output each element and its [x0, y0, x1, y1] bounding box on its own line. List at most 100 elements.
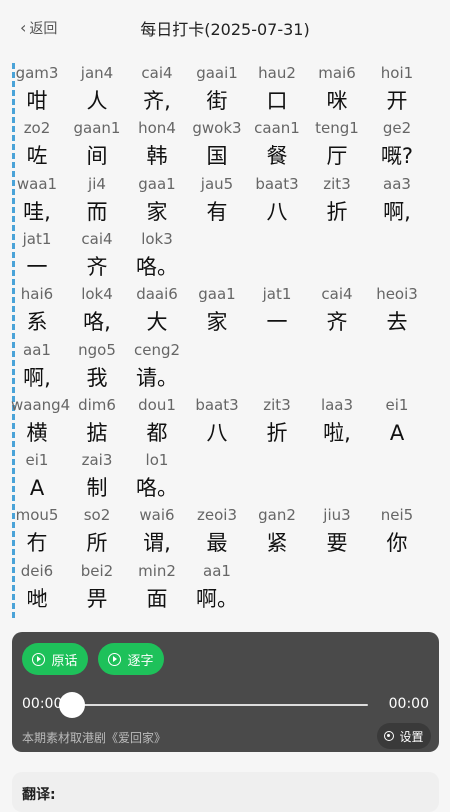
word-cell[interactable]: heoi3 去	[371, 284, 423, 337]
word-cell[interactable]: gaai1 街	[191, 63, 243, 116]
word-cell[interactable]: gam3 咁	[11, 63, 63, 116]
word-cell[interactable]: teng1 厅	[311, 118, 363, 171]
jyutping: hau2	[258, 64, 296, 82]
word-cell[interactable]: hau2 口	[251, 63, 303, 116]
word-cell[interactable]: dim6 掂	[71, 395, 123, 448]
lyric-line: gam3 咁 jan4 人 cai4 齐, gaai1 街 hau2 口 mai6 咪 hoi1 开	[15, 63, 438, 118]
word-cell[interactable]: lok3 咯。	[131, 229, 183, 282]
word-cell[interactable]: cai4 齐	[311, 284, 363, 337]
word-cell[interactable]: gaa1 家	[131, 174, 183, 227]
word-cell[interactable]: aa1 啊。	[191, 561, 243, 614]
character: 最	[206, 531, 228, 556]
play-circle-icon	[108, 652, 122, 666]
jyutping: aa1	[23, 340, 51, 359]
word-cell[interactable]: dou1 都	[131, 395, 183, 448]
character: 而	[86, 199, 108, 224]
word-cell[interactable]: zit3 折	[311, 174, 363, 227]
settings-label: 设置	[399, 729, 424, 744]
character: 咁	[26, 89, 48, 113]
character: A	[389, 420, 405, 445]
word-cell[interactable]: ei1 A	[11, 450, 63, 503]
character: 八	[266, 199, 288, 224]
character: 谓,	[143, 531, 171, 556]
jyutping: mai6	[318, 64, 356, 82]
jyutping: laa3	[320, 395, 354, 414]
word-cell[interactable]: gan2 紧	[251, 505, 303, 558]
word-cell[interactable]: wai6 谓,	[131, 505, 183, 558]
word-cell[interactable]: baat3 八	[191, 395, 243, 448]
word-cell[interactable]: hoi1 开	[371, 63, 423, 116]
word-cell[interactable]: gaa1 家	[191, 284, 243, 337]
jyutping: jat1	[22, 229, 52, 248]
jyutping: waa1	[16, 174, 58, 193]
jyutping: zit3	[263, 395, 291, 414]
character: 掂	[86, 420, 108, 445]
jyutping: gam3	[15, 64, 59, 82]
lyric-line: zo2 咗 gaan1 间 hon4 韩 gwok3 国 caan1 餐 teng1 厅 ge2 嘅?	[15, 118, 438, 173]
word-cell[interactable]: zeoi3 最	[191, 505, 243, 558]
word-cell[interactable]: caan1 餐	[251, 118, 303, 171]
word-cell[interactable]: lok4 咯,	[71, 284, 123, 337]
word-cell[interactable]: aa3 啊,	[371, 174, 423, 227]
word-cell[interactable]: ei1 A	[371, 395, 423, 448]
word-cell[interactable]: jiu3 要	[311, 505, 363, 558]
character: 啊。	[196, 586, 238, 611]
word-cell[interactable]: jan4 人	[71, 63, 123, 116]
word-cell[interactable]: gwok3 国	[191, 118, 243, 171]
word-cell[interactable]: mai6 咪	[311, 63, 363, 116]
lyric-line: jat1 一 cai4 齐 lok3 咯。	[15, 229, 438, 284]
word-cell[interactable]: ge2 嘅?	[371, 118, 423, 171]
word-cell[interactable]: gaan1 间	[71, 118, 123, 171]
character: 哋	[26, 586, 48, 611]
lyric-line: aa1 啊, ngo5 我 ceng2 请。	[15, 340, 438, 395]
jyutping: hai6	[20, 285, 54, 304]
word-cell[interactable]: daai6 大	[131, 284, 183, 337]
header: ‹ 返回 每日打卡(2025-07-31)	[0, 0, 450, 56]
word-cell[interactable]: jat1 一	[251, 284, 303, 337]
word-cell[interactable]: lo1 咯。	[131, 450, 183, 503]
character: 都	[146, 420, 168, 445]
jyutping: gaan1	[73, 119, 121, 138]
word-cell[interactable]: mou5 冇	[11, 505, 63, 558]
character: 咯。	[136, 254, 178, 279]
jyutping: ei1	[25, 451, 49, 470]
word-cell[interactable]: jau5 有	[191, 174, 243, 227]
jyutping: ei1	[385, 395, 409, 414]
progress-thumb[interactable]	[59, 692, 85, 718]
character: 咯。	[136, 476, 178, 501]
jyutping: nei5	[380, 506, 414, 525]
character: 你	[386, 531, 408, 556]
word-cell[interactable]: aa1 啊,	[11, 340, 63, 393]
word-cell[interactable]: ji4 而	[71, 174, 123, 227]
play-word-button[interactable]: 逐字	[98, 643, 164, 675]
word-cell[interactable]: waa1 哇,	[11, 174, 63, 227]
word-cell[interactable]: hai6 系	[11, 284, 63, 337]
jyutping: jau5	[200, 174, 234, 193]
jyutping: jiu3	[323, 506, 351, 525]
word-cell[interactable]: hon4 韩	[131, 118, 183, 171]
word-cell[interactable]: zo2 咗	[11, 118, 63, 171]
settings-button[interactable]: 设置	[377, 723, 431, 749]
word-cell[interactable]: ngo5 我	[71, 340, 123, 393]
word-cell[interactable]: min2 面	[131, 561, 183, 614]
play-original-button[interactable]: 原话	[22, 643, 88, 675]
progress-track[interactable]	[72, 704, 368, 706]
jyutping: cai4	[81, 229, 113, 248]
word-cell[interactable]: ceng2 请。	[131, 340, 183, 393]
character: 韩	[146, 144, 168, 169]
word-cell[interactable]: cai4 齐,	[131, 63, 183, 116]
jyutping: waang4	[11, 395, 71, 414]
word-cell[interactable]: nei5 你	[371, 505, 423, 558]
word-cell[interactable]: so2 所	[71, 505, 123, 558]
word-cell[interactable]: baat3 八	[251, 174, 303, 227]
word-cell[interactable]: bei2 畀	[71, 561, 123, 614]
word-cell[interactable]: waang4 横	[11, 395, 71, 448]
word-cell[interactable]: jat1 一	[11, 229, 63, 282]
word-cell[interactable]: zit3 折	[251, 395, 303, 448]
word-cell[interactable]: cai4 齐	[71, 229, 123, 282]
word-cell[interactable]: laa3 啦,	[311, 395, 363, 448]
jyutping: jat1	[262, 285, 292, 304]
jyutping: heoi3	[376, 285, 418, 304]
word-cell[interactable]: zai3 制	[71, 450, 123, 503]
word-cell[interactable]: dei6 哋	[11, 561, 63, 614]
